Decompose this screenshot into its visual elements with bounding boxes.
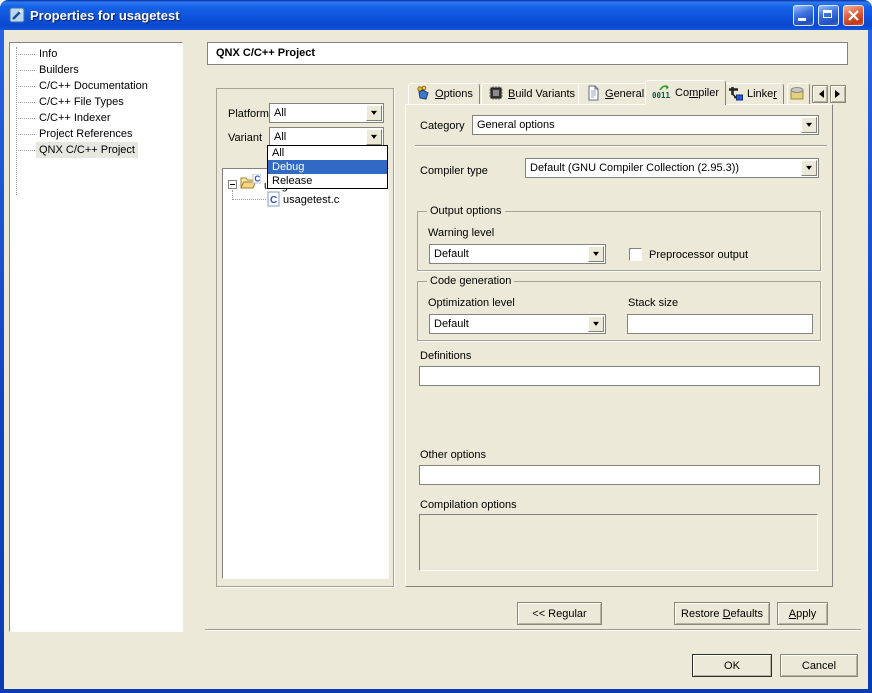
tab-linker[interactable]: Linker: [720, 83, 784, 104]
project-tree: C usagetest C usagetest.c: [222, 168, 389, 579]
tab-scroll-right-button[interactable]: [830, 85, 846, 103]
svg-text:0011: 0011: [652, 91, 671, 100]
platform-combo-button[interactable]: [366, 105, 382, 121]
platform-label: Platform: [228, 108, 269, 120]
left-arrow-icon: [815, 90, 824, 98]
variant-option-debug[interactable]: Debug: [268, 160, 387, 174]
svg-text:C: C: [270, 195, 277, 206]
variant-dropdown-list: All Debug Release: [267, 145, 388, 189]
sidebar-item-builders[interactable]: Builders: [10, 62, 182, 78]
sidebar-item-cpp-indexer[interactable]: C/C++ Indexer: [10, 110, 182, 126]
tab-options[interactable]: Options: [408, 83, 480, 104]
tree-child-label[interactable]: usagetest.c: [283, 194, 339, 206]
separator: [205, 629, 861, 631]
close-button[interactable]: [843, 5, 864, 26]
variant-option-release[interactable]: Release: [268, 174, 387, 188]
tab-clipped[interactable]: [787, 83, 810, 104]
tab-build-variants[interactable]: Build Variants: [481, 83, 582, 104]
c-project-folder-icon: C: [239, 174, 261, 195]
minimize-button[interactable]: [793, 5, 814, 26]
sidebar-item-cpp-file-types[interactable]: C/C++ File Types: [10, 94, 182, 110]
tab-scroll-left-button[interactable]: [812, 85, 828, 103]
apply-button[interactable]: Apply: [777, 602, 828, 625]
c-source-file-icon: C: [267, 191, 280, 210]
collapse-expander-icon[interactable]: [228, 180, 237, 189]
restore-defaults-button[interactable]: Restore Defaults: [674, 602, 770, 625]
minimize-icon: [798, 18, 806, 21]
maximize-icon: [823, 10, 832, 18]
variant-combo-button[interactable]: [366, 129, 382, 145]
sidebar-item-cpp-documentation[interactable]: C/C++ Documentation: [10, 78, 182, 94]
build-variants-icon: [488, 85, 504, 104]
variant-option-all[interactable]: All: [268, 146, 387, 160]
titlebar[interactable]: Properties for usagetest: [0, 0, 872, 30]
chevron-down-icon: [371, 135, 377, 142]
tree-connector: [232, 199, 266, 200]
general-document-icon: [585, 85, 601, 104]
variant-value: All: [274, 131, 286, 143]
compiler-binary-icon: 0011: [652, 84, 671, 103]
cancel-button[interactable]: Cancel: [780, 654, 858, 677]
linker-icon: [727, 85, 743, 104]
sidebar-item-info[interactable]: Info: [10, 46, 182, 62]
chevron-down-icon: [371, 111, 377, 118]
platform-value: All: [274, 107, 286, 119]
properties-nav-tree: Info Builders C/C++ Documentation C/C++ …: [9, 42, 183, 632]
regular-toggle-button[interactable]: << Regular: [517, 602, 602, 625]
tab-compiler[interactable]: 0011 Compiler: [645, 80, 726, 105]
close-icon: [844, 6, 863, 25]
window-title: Properties for usagetest: [30, 8, 180, 23]
properties-pencil-icon: [9, 7, 25, 23]
variant-combo[interactable]: All: [269, 127, 384, 147]
sidebar-item-qnx-cpp-project[interactable]: QNX C/C++ Project: [10, 142, 182, 158]
build-selector-panel: Platform All Variant All C usagetest C u…: [216, 88, 394, 587]
clipped-tab-icon: [790, 85, 804, 104]
maximize-button[interactable]: [818, 5, 839, 26]
compiler-tab-panel: [405, 104, 833, 587]
sidebar-item-project-references[interactable]: Project References: [10, 126, 182, 142]
properties-dialog: Properties for usagetest Info Builders C…: [0, 0, 872, 693]
variant-label: Variant: [228, 132, 262, 144]
options-icon: [415, 85, 431, 104]
page-title: QNX C/C++ Project: [207, 42, 848, 65]
right-arrow-icon: [835, 90, 844, 98]
platform-combo[interactable]: All: [269, 103, 384, 123]
tab-general[interactable]: General: [578, 83, 651, 104]
svg-text:C: C: [255, 175, 261, 184]
ok-button[interactable]: OK: [692, 654, 772, 677]
